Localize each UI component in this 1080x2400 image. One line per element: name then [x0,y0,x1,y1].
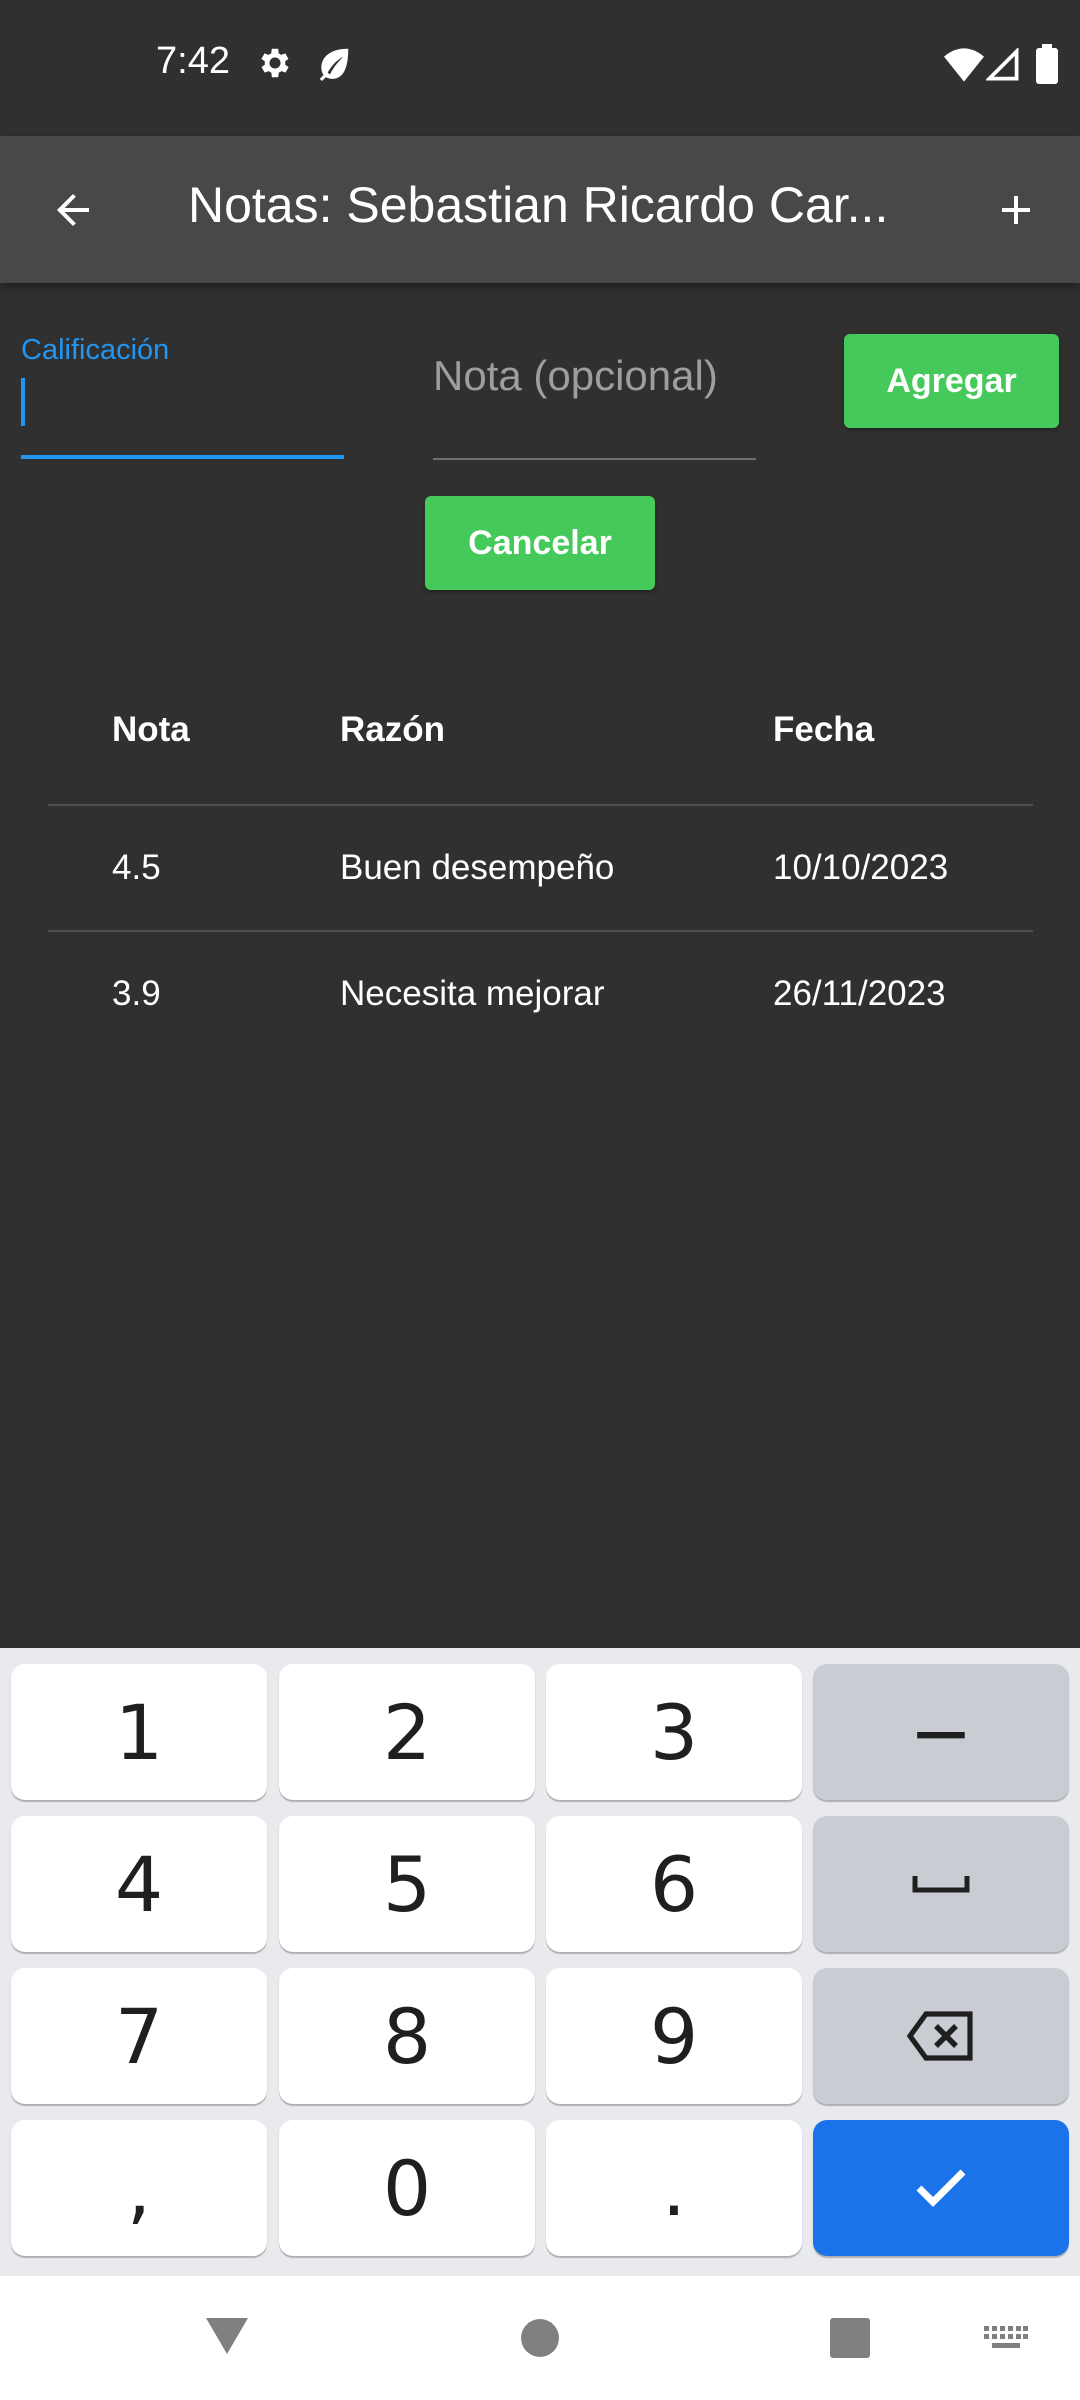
triangle-back-icon [206,2318,248,2354]
signal-icon [984,46,1020,87]
status-time: 7:42 [156,40,230,82]
checkmark-icon [916,2169,966,2207]
gear-icon [256,44,294,87]
nota-field[interactable]: Nota (opcional) [433,352,756,460]
key-done[interactable] [813,2120,1069,2256]
circle-home-icon [521,2319,559,2357]
status-bar: 7:42 [0,0,1080,136]
table-divider [48,804,1033,806]
header-razon: Razón [340,710,445,749]
system-nav-bar [0,2276,1080,2400]
key-1[interactable]: 1 [11,1664,267,1800]
key-minus[interactable]: − [813,1664,1069,1800]
recents-nav-button[interactable] [830,2318,870,2363]
key-period[interactable]: . [546,2120,802,2256]
numeric-keyboard: 1 2 3 − 4 5 6 7 8 9 , 0 . [0,1648,1080,2276]
home-nav-button[interactable] [520,2318,560,2363]
keyboard-icon [984,2326,1028,2348]
agregar-button[interactable]: Agregar [844,334,1059,428]
calificacion-underline [21,455,344,459]
square-recents-icon [830,2318,870,2358]
cell-fecha: 10/10/2023 [773,848,949,887]
back-nav-button[interactable] [204,2316,250,2361]
key-0[interactable]: 0 [279,2120,535,2256]
cell-razon: Necesita mejorar [340,974,605,1013]
cell-nota: 4.5 [112,848,161,887]
battery-icon [1036,44,1058,89]
key-4[interactable]: 4 [11,1816,267,1952]
key-7[interactable]: 7 [11,1968,267,2104]
key-8[interactable]: 8 [279,1968,535,2104]
key-3[interactable]: 3 [546,1664,802,1800]
nota-placeholder: Nota (opcional) [433,352,718,399]
key-6[interactable]: 6 [546,1816,802,1952]
header-fecha: Fecha [773,710,875,749]
key-9[interactable]: 9 [546,1968,802,2104]
back-button[interactable] [38,170,108,250]
backspace-icon [906,2011,973,2061]
space-icon [912,1876,970,1893]
key-5[interactable]: 5 [279,1816,535,1952]
keyboard-switch-button[interactable] [984,2326,1028,2355]
arrow-left-icon [57,194,89,226]
key-space[interactable] [813,1816,1069,1952]
cancelar-button[interactable]: Cancelar [425,496,655,590]
cell-nota: 3.9 [112,974,161,1013]
app-bar: Notas: Sebastian Ricardo Car... [0,136,1080,283]
plus-icon [1002,196,1030,224]
header-nota: Nota [112,710,190,749]
cell-fecha: 26/11/2023 [773,974,946,1013]
add-button[interactable] [976,170,1056,250]
text-cursor [21,378,25,426]
table-divider [48,930,1033,932]
cell-razon: Buen desempeño [340,848,615,887]
calificacion-label: Calificación [21,334,170,366]
key-2[interactable]: 2 [279,1664,535,1800]
key-backspace[interactable] [813,1968,1069,2104]
page-title: Notas: Sebastian Ricardo Car... [188,177,889,233]
leaf-icon [314,44,354,87]
wifi-icon [944,48,984,87]
key-comma[interactable]: , [11,2120,267,2256]
